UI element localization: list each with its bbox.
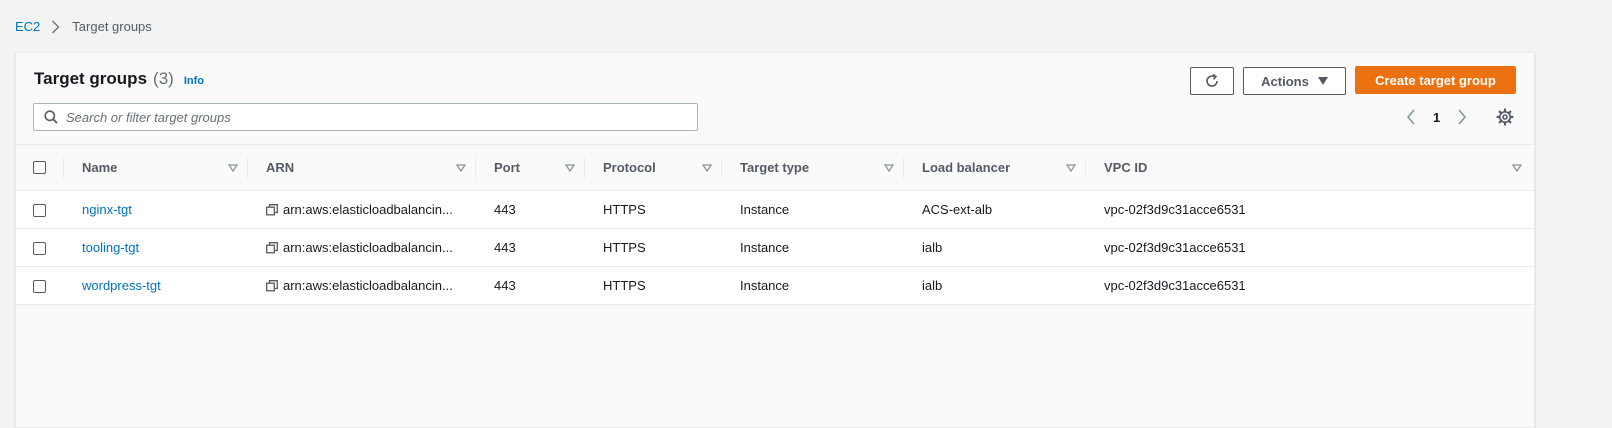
arn-value: arn:aws:elasticloadbalancin... [283,202,453,217]
create-target-group-button[interactable]: Create target group [1355,66,1516,94]
copy-icon[interactable] [266,203,278,216]
breadcrumb-current: Target groups [72,19,152,34]
row-select-cell [16,229,64,267]
search-input[interactable] [66,109,666,125]
port-cell: 443 [494,202,516,217]
column-header-arn[interactable]: ARN [248,144,476,191]
column-header-vpc-id[interactable]: VPC ID [1086,144,1534,191]
previous-page-button[interactable] [1402,108,1420,126]
table-row[interactable]: nginx-tgt arn:aws:elasticloadbalancin...… [16,190,1534,229]
actions-button[interactable]: Actions [1243,67,1346,95]
sort-icon [565,163,575,172]
target-groups-panel: Target groups (3) Info Actions Create ta… [15,52,1535,428]
chevron-right-icon [52,20,60,33]
next-page-button[interactable] [1453,108,1471,126]
column-label: Load balancer [922,160,1011,175]
pagination: 1 [1402,108,1471,126]
caret-down-icon [1317,77,1328,85]
target-type-cell: Instance [740,240,790,255]
target-group-name-link[interactable]: nginx-tgt [82,202,132,217]
target-type-cell: Instance [740,278,790,293]
sort-icon [456,163,466,172]
vpc-id-cell: vpc-02f3d9c31acce6531 [1104,278,1246,293]
chevron-right-icon [1458,109,1467,125]
arn-cell: arn:aws:elasticloadbalancin... [248,267,476,305]
refresh-button[interactable] [1190,67,1234,95]
target-group-name-link[interactable]: tooling-tgt [82,240,139,255]
table-row[interactable]: wordpress-tgt arn:aws:elasticloadbalanci… [16,266,1534,305]
column-label: VPC ID [1104,160,1148,175]
load-balancer-cell: ACS-ext-alb [922,202,993,217]
column-header-name[interactable]: Name [64,144,248,191]
current-page[interactable]: 1 [1433,110,1440,125]
row-checkbox[interactable] [33,242,46,256]
column-header-protocol[interactable]: Protocol [585,144,722,191]
refresh-icon [1206,73,1218,87]
arn-value: arn:aws:elasticloadbalancin... [283,240,453,255]
page-title: Target groups [34,69,148,88]
sort-icon [1512,163,1522,172]
table-header-row: Name ARN Port Protocol Target type Load … [16,144,1534,191]
column-label: Protocol [603,160,656,175]
vpc-id-cell: vpc-02f3d9c31acce6531 [1104,202,1246,217]
target-group-name-link[interactable]: wordpress-tgt [82,278,161,293]
arn-cell: arn:aws:elasticloadbalancin... [248,191,476,229]
row-select-cell [16,267,64,305]
name-cell: wordpress-tgt [64,267,248,305]
sort-icon [228,163,238,172]
column-label: Port [494,160,520,175]
column-label: Name [82,160,118,175]
title-row: Target groups (3) Info [34,69,204,89]
breadcrumb-ec2-link[interactable]: EC2 [15,19,40,34]
sort-icon [702,163,712,172]
protocol-cell: HTTPS [603,202,646,217]
name-cell: tooling-tgt [64,229,248,267]
actions-button-label: Actions [1261,73,1309,89]
item-count: (3) [153,69,174,88]
row-checkbox[interactable] [33,280,46,294]
load-balancer-cell: ialb [922,278,943,293]
sort-icon [1066,163,1076,172]
arn-value: arn:aws:elasticloadbalancin... [283,278,453,293]
breadcrumb: EC2 Target groups [15,19,152,34]
column-label: Target type [740,160,810,175]
protocol-cell: HTTPS [603,278,646,293]
port-cell: 443 [494,240,516,255]
row-checkbox[interactable] [33,204,46,218]
sort-icon [884,163,894,172]
name-cell: nginx-tgt [64,191,248,229]
info-link[interactable]: Info [184,75,204,87]
search-field[interactable] [33,103,698,131]
column-header-port[interactable]: Port [476,144,585,191]
protocol-cell: HTTPS [603,240,646,255]
arn-cell: arn:aws:elasticloadbalancin... [248,229,476,267]
vpc-id-cell: vpc-02f3d9c31acce6531 [1104,240,1246,255]
select-all-checkbox[interactable] [33,161,46,174]
gear-icon[interactable] [1496,108,1514,126]
column-header-target-type[interactable]: Target type [722,144,904,191]
load-balancer-cell: ialb [922,240,943,255]
chevron-left-icon [1406,109,1415,125]
table-row[interactable]: tooling-tgt arn:aws:elasticloadbalancin.… [16,228,1534,267]
row-select-cell [16,191,64,229]
port-cell: 443 [494,278,516,293]
target-type-cell: Instance [740,202,790,217]
column-header-load-balancer[interactable]: Load balancer [904,144,1086,191]
copy-icon[interactable] [266,241,278,254]
copy-icon[interactable] [266,279,278,292]
search-icon [44,110,58,124]
target-groups-table: Name ARN Port Protocol Target type Load … [16,144,1534,305]
select-all-cell [16,144,64,191]
panel-header: Target groups (3) Info Actions Create ta… [16,53,1534,145]
column-label: ARN [266,160,295,175]
